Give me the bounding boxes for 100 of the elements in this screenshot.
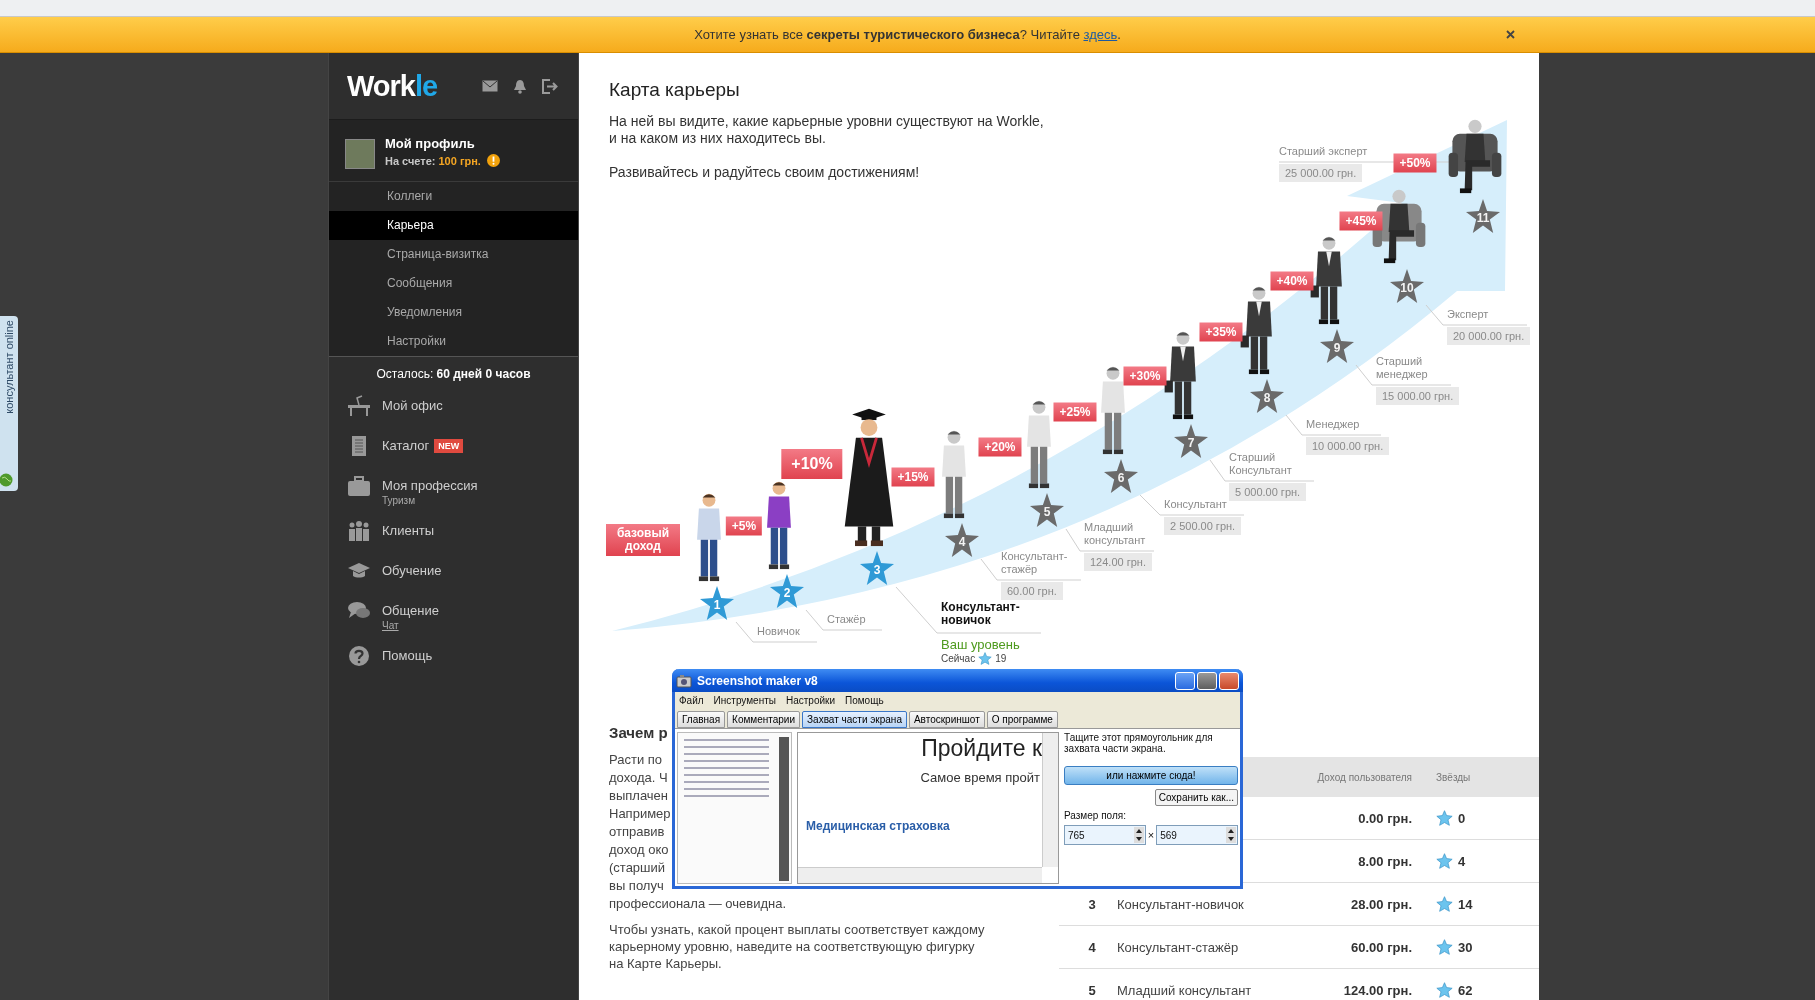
paragraph-line: выплачен [609,787,668,805]
tab[interactable]: Комментарии [727,711,801,728]
warning-icon[interactable] [486,154,500,167]
close-button[interactable] [1504,28,1517,41]
table-cell-text: 0.00 грн. [1357,810,1412,826]
menu-item[interactable]: Файл [679,695,704,706]
size-label: Размер поля: [1064,810,1127,821]
star-icon [1436,982,1453,998]
income-box: 5 000.00 грн. [1229,483,1307,501]
bonus-tag: +5% [725,516,763,536]
profile-menu-item[interactable]: Уведомления [329,298,578,327]
consultant-online-tab[interactable]: консультант online [0,316,18,491]
level-title: Старший Консультант [1229,451,1293,477]
star-icon [1436,853,1453,869]
menu-item[interactable]: Помощь [845,695,884,706]
table-cell-text: 3 [1087,896,1097,912]
table-cell-text: 124.00 грн. [1342,982,1412,998]
now-label: Сейчас [941,652,976,665]
paragraph-line: отправив [609,823,665,841]
spinner-icon[interactable] [1133,827,1144,843]
workle-logo[interactable]: Workle [347,69,438,103]
bell-icon[interactable] [513,78,527,94]
menu-item[interactable]: Обучение [382,563,442,578]
paragraph-line: Например [609,805,671,823]
menu-item[interactable]: Клиенты [382,523,435,538]
level-star[interactable]: 11 [1466,199,1500,233]
profile-link[interactable]: Мой профиль [385,136,500,151]
close-icon [1506,30,1515,39]
maximize-button[interactable] [1197,671,1217,690]
income-box: 60.00 грн. [1001,582,1063,600]
level-star[interactable]: 9 [1320,329,1354,363]
profile-menu-item[interactable]: Настройки [329,327,578,356]
table-cell: 62 [1458,982,1473,998]
level-title: Эксперт [1447,308,1490,321]
table-cell: 0 [1458,810,1466,826]
menu-item[interactable]: Помощь [382,648,433,663]
profile-menu-item[interactable]: Карьера [329,211,578,240]
level-title: Старший менеджер [1376,355,1429,381]
table-cell-text: 4 [1087,939,1097,955]
preview-heading: Пройдите к [921,735,1042,762]
mail-icon[interactable] [482,80,498,92]
tab[interactable]: Главная [677,711,726,728]
people-icon [347,520,371,542]
balance-label: На счете: [385,154,436,167]
level-title: Консультант-стажёр [1001,550,1069,576]
vertical-scrollbar[interactable] [1042,733,1058,867]
table-cell: 30 [1458,939,1473,955]
menu-item[interactable]: Моя профессия [382,478,478,493]
window-title: Screenshot maker v8 [697,673,819,688]
table-cell-text: 8.00 грн. [1357,853,1412,869]
level-star[interactable]: 10 [1390,269,1424,303]
profile-menu-item[interactable]: Коллеги [329,182,578,211]
menu-item[interactable]: Общение [382,603,439,618]
level-title: Стажёр [827,613,867,626]
level-title: Консультант [1164,498,1228,511]
save-as-button[interactable]: Сохранить как... [1154,789,1238,806]
horizontal-scrollbar[interactable] [798,867,1042,883]
menu-item[interactable]: Каталог [382,438,430,453]
camera-icon [676,673,692,688]
table-cell-text: 60.00 грн. [1350,939,1412,955]
height-field[interactable]: 569 [1156,825,1238,845]
menu-item[interactable]: Инструменты [713,695,776,706]
star-count: 19 [995,652,1007,665]
bonus-tag: +25% [1053,402,1097,422]
close-button[interactable] [1219,671,1239,690]
table-cell: 4 [1458,853,1466,869]
tab[interactable]: Автоскриншот [908,711,985,728]
logout-icon[interactable] [542,78,558,94]
minimize-button[interactable] [1175,671,1195,690]
menu-item[interactable]: Мой офис [382,398,443,413]
menu-item[interactable]: Настройки [785,695,835,706]
bonus-tag: +45% [1339,211,1383,231]
bonus-tag: +10% [781,449,843,479]
level-star[interactable]: 4 [945,523,979,557]
hint-paragraph: Чтобы узнать, какой процент выплаты соответствует каждому карьерному уровню, наведите на соответствующую фигурку на Карте Карьеры. [609,921,986,972]
level-star[interactable]: 7 [1174,424,1208,458]
times-sign: × [1147,829,1155,841]
globe-icon [0,473,13,487]
width-field[interactable]: 765 [1064,825,1146,845]
bonus-tag: +50% [1393,153,1437,173]
spinner-icon[interactable] [1226,827,1236,843]
menu-sublabel: Туризм [382,495,417,506]
remaining-time: Осталось: 60 дней 0 часов [375,366,532,383]
level-title: Новичок [757,625,801,638]
tab[interactable]: О программе [986,711,1058,728]
chat-link[interactable]: Чат [382,620,439,631]
star-icon [1436,896,1453,912]
profile-menu-item[interactable]: Сообщения [329,269,578,298]
profile-menu-item[interactable]: Страница-визитка [329,240,578,269]
level-star[interactable]: 6 [1104,459,1138,493]
capture-button[interactable]: или нажмите сюда! [1064,766,1238,785]
table-cell-text: 5 [1087,982,1097,998]
level-star[interactable]: 5 [1030,493,1064,527]
level-title: Менеджер [1306,418,1361,431]
section-heading: Зачем р [609,724,668,741]
tab[interactable]: Захват части экрана [802,711,907,728]
balance-amount: 100 грн. [438,154,481,167]
table-cell-text: 28.00 грн. [1350,896,1412,912]
level-star[interactable]: 8 [1250,379,1284,413]
window-title-bar[interactable]: Screenshot maker v8 [672,669,1243,692]
